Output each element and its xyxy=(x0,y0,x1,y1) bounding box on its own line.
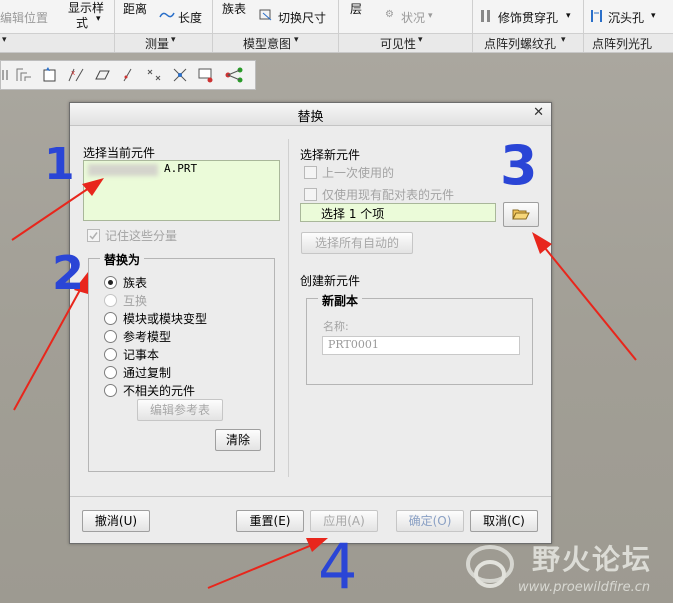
current-component-list[interactable]: A.PRT xyxy=(83,160,280,221)
watermark-url: www.proewildfire.cn xyxy=(518,580,651,595)
length-button[interactable]: 长度 xyxy=(178,9,202,26)
cancel-button[interactable]: 取消(C) xyxy=(470,510,538,532)
radio-unrelated[interactable] xyxy=(104,384,117,397)
annotation-number-4: 4 xyxy=(318,530,358,603)
watermark-logo xyxy=(466,545,514,588)
option-interchange[interactable]: 互换 xyxy=(123,292,147,309)
replace-dialog: 替换 ✕ 选择当前元件 A.PRT 记住这些分量 替换为 族表 互换 模块或模块… xyxy=(69,102,552,544)
radio-reference-model[interactable] xyxy=(104,330,117,343)
chevron-down-icon: ▾ xyxy=(651,11,656,21)
chevron-down-icon: ▾ xyxy=(171,35,176,45)
chevron-down-icon: ▾ xyxy=(566,11,571,21)
existing-pairs-checkbox[interactable] xyxy=(304,188,317,201)
group-measure[interactable]: 测量 xyxy=(145,35,169,52)
edit-position-button[interactable]: 编辑位置 xyxy=(0,9,48,26)
ok-button[interactable]: 确定(O) xyxy=(396,510,464,532)
chevron-down-icon[interactable]: ▾ xyxy=(2,35,7,45)
layer-button[interactable]: 层 xyxy=(350,0,362,17)
annotation-number-3: 3 xyxy=(500,134,538,197)
show-csys-icon[interactable] xyxy=(169,64,191,86)
existing-pairs-label: 仅使用现有配对表的元件 xyxy=(322,188,455,202)
chevron-down-icon: ▾ xyxy=(561,35,566,45)
option-unrelated[interactable]: 不相关的元件 xyxy=(123,382,195,399)
distance-button[interactable]: 距离 xyxy=(123,0,147,17)
radio-family-table[interactable] xyxy=(104,276,117,289)
chevron-down-icon: ▾ xyxy=(418,35,423,45)
last-used-checkbox[interactable] xyxy=(304,166,317,179)
ribbon: 编辑位置 显示样 式 ▾ 距离 长度 族表 切换尺寸 层 ⚙ 状况 ▾ 修饰贯穿… xyxy=(0,0,673,53)
toggle-dimensions-button[interactable]: 切换尺寸 xyxy=(278,9,326,26)
chevron-down-icon: ▾ xyxy=(428,11,433,21)
last-used-label: 上一次使用的 xyxy=(322,166,395,180)
display-style-label-2[interactable]: 式 xyxy=(76,14,88,31)
remember-checkbox[interactable] xyxy=(87,229,100,242)
cosmetic-thread-hole-button[interactable]: 修饰贯穿孔 xyxy=(498,9,558,26)
option-by-copy[interactable]: 通过复制 xyxy=(123,364,171,381)
forum-watermark: 野火论坛 www.proewildfire.cn xyxy=(462,538,673,603)
show-axis-tags-icon[interactable] xyxy=(117,64,139,86)
select-current-label: 选择当前元件 xyxy=(83,146,156,160)
toggle-dimensions-icon xyxy=(259,8,275,22)
annotation-number-2: 2 xyxy=(52,246,85,300)
show-points-icon[interactable] xyxy=(143,64,165,86)
status-button[interactable]: 状况 xyxy=(401,9,425,26)
group-point-pattern-clearance[interactable]: 点阵列光孔 xyxy=(592,35,652,52)
option-reference-model[interactable]: 参考模型 xyxy=(123,328,171,345)
radio-interchange[interactable] xyxy=(104,294,117,307)
option-notebook[interactable]: 记事本 xyxy=(123,346,159,363)
replace-with-header: 替换为 xyxy=(100,251,145,268)
name-field[interactable]: PRT0001 xyxy=(322,336,520,355)
select-new-field[interactable]: 选择 1 个项 xyxy=(300,203,496,222)
length-icon xyxy=(159,9,175,21)
name-field-value: PRT0001 xyxy=(328,338,379,351)
reset-button[interactable]: 重置(E) xyxy=(236,510,304,532)
group-model-intent[interactable]: 模型意图 xyxy=(243,35,291,52)
folder-open-icon xyxy=(512,209,530,220)
chevron-down-icon[interactable]: ▾ xyxy=(96,14,101,24)
create-new-label: 创建新元件 xyxy=(300,274,361,288)
remember-label: 记住这些分量 xyxy=(105,229,178,243)
radio-by-copy[interactable] xyxy=(104,366,117,379)
radio-notebook[interactable] xyxy=(104,348,117,361)
select-all-auto-button[interactable]: 选择所有自动的 xyxy=(301,232,413,254)
name-label: 名称: xyxy=(323,320,349,333)
group-visibility[interactable]: 可见性 xyxy=(380,35,416,52)
cosmetic-thread-icon xyxy=(479,9,493,23)
select-field-value: 选择 1 个项 xyxy=(321,207,385,221)
undo-button[interactable]: 撤消(U) xyxy=(82,510,150,532)
show-axes-icon[interactable]: x xyxy=(65,64,87,86)
family-table-button[interactable]: 族表 xyxy=(222,0,246,17)
spin-center-icon[interactable] xyxy=(195,64,217,86)
datum-point-icon[interactable] xyxy=(39,64,61,86)
svg-text:x: x xyxy=(71,69,75,77)
chevron-down-icon: ▾ xyxy=(294,35,299,45)
countersunk-icon xyxy=(590,9,604,23)
column-divider xyxy=(288,139,289,477)
status-icon: ⚙ xyxy=(385,9,394,20)
apply-button[interactable]: 应用(A) xyxy=(310,510,378,532)
option-family-table[interactable]: 族表 xyxy=(123,274,147,291)
radio-module-variant[interactable] xyxy=(104,312,117,325)
open-file-button[interactable] xyxy=(503,202,539,227)
clear-button[interactable]: 清除 xyxy=(215,429,261,451)
edit-reference-table-button[interactable]: 编辑参考表 xyxy=(137,399,223,421)
show-planes-icon[interactable] xyxy=(91,64,113,86)
close-icon[interactable]: ✕ xyxy=(533,105,544,120)
current-component-item[interactable]: A.PRT xyxy=(164,162,197,175)
dialog-title: 替换 xyxy=(297,110,324,125)
new-copy-header: 新副本 xyxy=(318,292,363,309)
annotation-number-1: 1 xyxy=(44,139,75,190)
blurred-name xyxy=(88,164,158,176)
select-new-label: 选择新元件 xyxy=(300,148,361,162)
countersunk-hole-button[interactable]: 沉头孔 xyxy=(608,9,644,26)
button-row-divider xyxy=(70,496,551,497)
annotation-display-icon[interactable] xyxy=(223,64,245,86)
graphics-toolbar: x xyxy=(0,60,256,90)
group-point-pattern-thread[interactable]: 点阵列螺纹孔 xyxy=(484,35,556,52)
datum-axis-icon[interactable] xyxy=(13,64,35,86)
watermark-title: 野火论坛 xyxy=(532,543,653,576)
option-module-variant[interactable]: 模块或模块变型 xyxy=(123,310,207,327)
dialog-titlebar[interactable]: 替换 ✕ xyxy=(70,103,551,126)
